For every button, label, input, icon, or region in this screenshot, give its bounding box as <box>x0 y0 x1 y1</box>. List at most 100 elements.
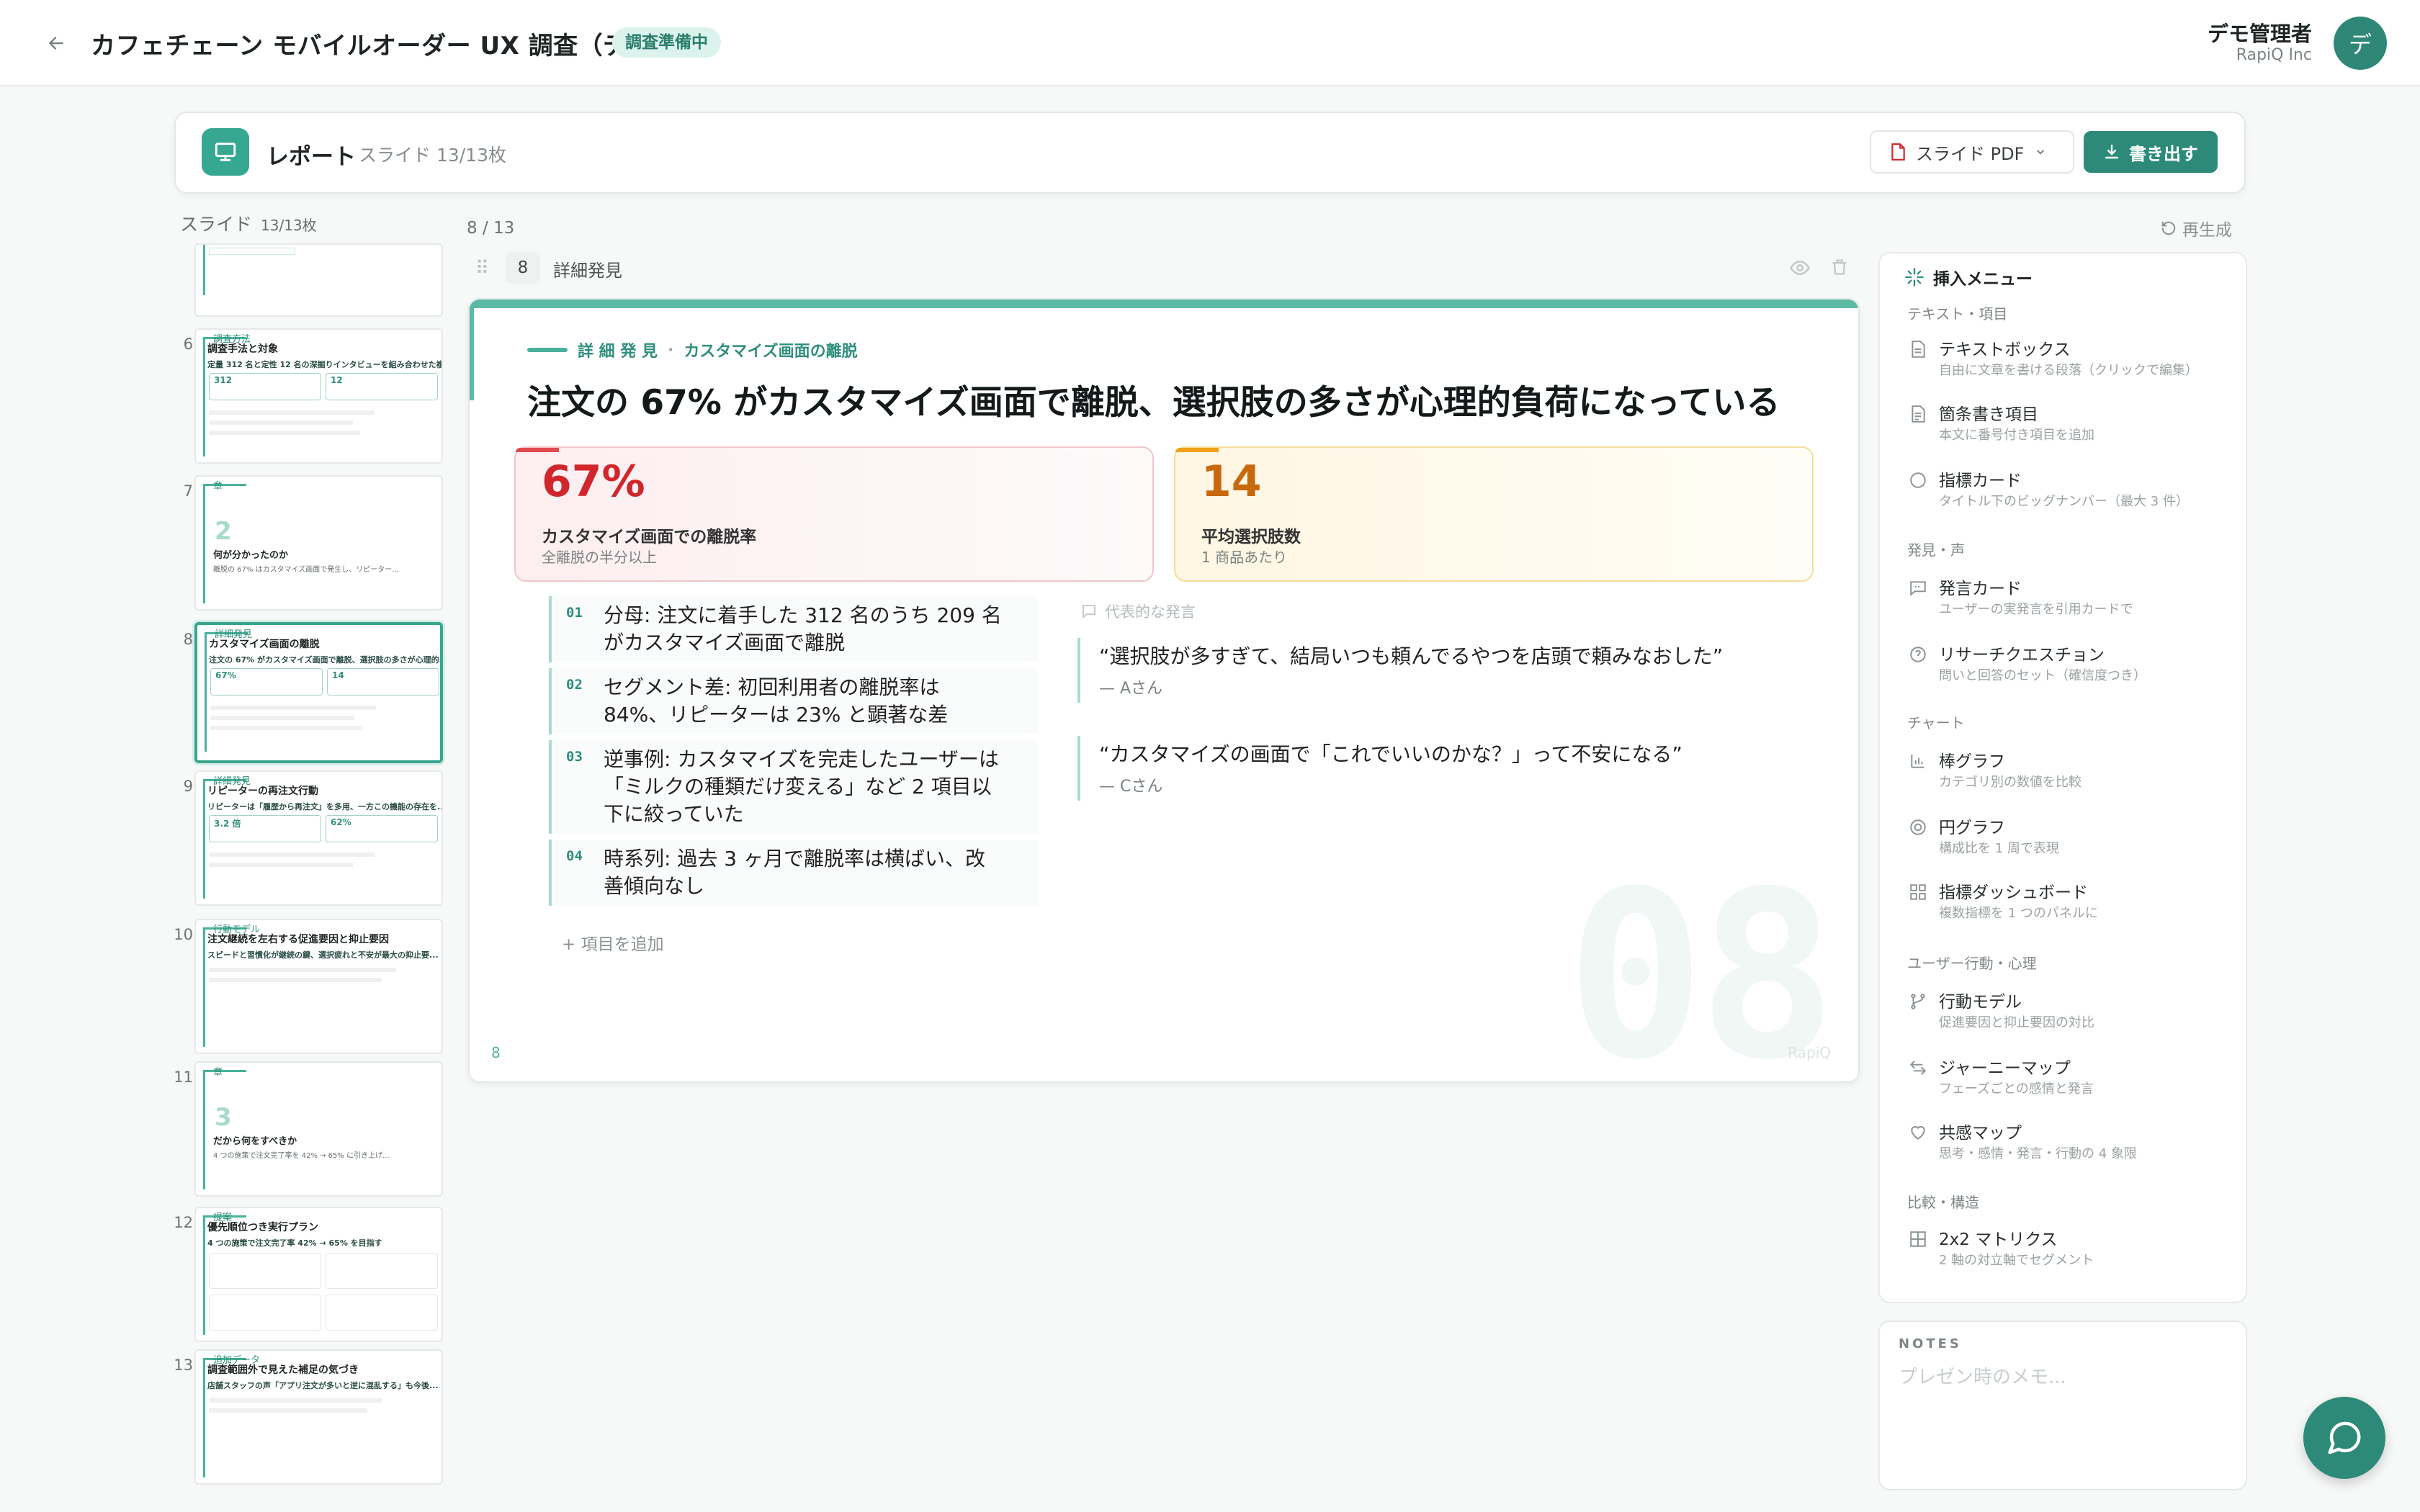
bullet-number: 02 <box>566 677 583 693</box>
quote-card[interactable]: “カスタマイズの画面で「これでいいのかな？」って不安になる” — Cさん <box>1077 736 1798 801</box>
menu-item-label: テキストボックス <box>1939 341 2071 359</box>
slide-thumbnail-13[interactable]: 追加データ 調査範囲外で見えた補足の気づき 店舗スタッフの声「アプリ注文が多いと… <box>194 1349 443 1485</box>
chat-button[interactable] <box>2303 1397 2385 1479</box>
regenerate-button[interactable]: 再生成 <box>2161 216 2232 240</box>
export-format-select[interactable]: スライド PDF <box>1870 130 2074 174</box>
slide-list-header: スライド 13/13枚 <box>180 210 317 236</box>
quotes-header: 代表的な発言 <box>1080 600 1196 622</box>
kpi-value: 67% <box>542 456 645 507</box>
menu-item-desc: 思考・感情・発言・行動の 4 象限 <box>1939 1146 2137 1161</box>
thumb-kpi: 12 <box>326 373 438 400</box>
kpi-value: 14 <box>1201 456 1262 507</box>
thumb-kpi: 67% <box>210 668 323 696</box>
slide-thumbnail-10[interactable]: 行動モデル 注文継続を左右する促進要因と抑止要因 スピードと習慣化が継続の鍵、選… <box>194 919 443 1054</box>
slide-kicker: 詳 細 発 見 · カスタマイズ画面の離脱 <box>527 338 858 361</box>
slide-number-badge: 8 <box>506 252 540 284</box>
thumb-subtitle: 4 つの施策で注文完了率を 42% → 65% に引き上げ... <box>213 1152 390 1160</box>
menu-item-label: 円グラフ <box>1939 819 2005 837</box>
quote-text: “カスタマイズの画面で「これでいいのかな？」って不安になる” <box>1099 742 1682 766</box>
drag-handle-icon[interactable]: ⠿ <box>475 258 489 279</box>
status-badge: 調査準備中 <box>612 27 721 58</box>
thumb-kpi: 14 <box>327 668 439 696</box>
speech-bubble-icon <box>1083 605 1095 619</box>
slide-thumbnail-8[interactable]: 詳細発見 カスタマイズ画面の離脱 注文の 67% がカスタマイズ画面で離脱、選択… <box>194 622 443 763</box>
quote-author: — Cさん <box>1099 778 1163 796</box>
kpi-sub: 全離脱の半分以上 <box>542 549 657 566</box>
kpi-card[interactable]: 67% カスタマイズ画面での離脱率 全離脱の半分以上 <box>514 446 1154 582</box>
slide-name: 詳細発見 <box>553 261 622 281</box>
bullet-item[interactable]: 02 セグメント差: 初回利用者の離脱率は 84%、リピーターは 23% と顕著… <box>549 668 1039 734</box>
menu-section-title: 発見・声 <box>1907 541 1965 559</box>
project-title: カフェチェーン モバイルオーダー UX 調査（デモ） <box>91 32 678 60</box>
menu-item-label: 箇条書き項目 <box>1939 405 2038 424</box>
slide-thumbnail-12[interactable]: 提案 優先順位つき実行プラン 4 つの施策で注文完了率 42% → 65% を目… <box>194 1207 443 1342</box>
sparkle-icon <box>1905 268 1924 287</box>
menu-item-label: ジャーニーマップ <box>1939 1059 2071 1078</box>
bullet-line: 下に絞っていた <box>604 802 744 826</box>
branch-icon <box>1907 991 1929 1012</box>
slide-list-count: 13/13枚 <box>261 217 317 234</box>
notes-panel: NOTES <box>1878 1320 2247 1490</box>
quote-author: — Aさん <box>1099 680 1163 698</box>
thumb-title: 注文継続を左右する促進要因と抑止要因 <box>207 934 389 945</box>
thumb-subtitle: スピードと習慣化が継続の鍵、選択疲れと不安が最大の抑止要... <box>207 950 439 960</box>
chat-bubble-icon <box>2328 1421 2361 1454</box>
export-button-label: 書き出す <box>2129 143 2198 164</box>
menu-item-label: 2x2 マトリクス <box>1939 1230 2058 1249</box>
menu-item-desc: カテゴリ別の数値を比較 <box>1939 775 2081 790</box>
kicker-separator: · <box>667 341 674 359</box>
back-button[interactable] <box>40 27 72 59</box>
bullet-item[interactable]: 04 時系列: 過去 3 ヶ月で離脱率は横ばい、改 善傾向なし <box>549 840 1039 906</box>
menu-item-label: 指標カード <box>1939 472 2022 490</box>
menu-section-title: テキスト・項目 <box>1907 305 2008 323</box>
slide-thumbnail-9[interactable]: 詳細発見 リピーターの再注文行動 リピーターは「履歴から再注文」を多用、一方この… <box>194 770 443 906</box>
menu-item-label: 行動モデル <box>1939 993 2022 1012</box>
menu-item-desc: フェーズごとの感情と発言 <box>1939 1081 2094 1097</box>
question-circle-icon <box>1907 644 1929 665</box>
slide-number: 13 <box>174 1356 193 1374</box>
slide-number: 10 <box>174 926 193 943</box>
slide-thumbnail-11[interactable]: 章 3 だから何をすべきか 4 つの施策で注文完了率を 42% → 65% に引… <box>194 1061 443 1197</box>
slide-number: 9 <box>183 778 193 795</box>
kpi-label: カスタマイズ画面での離脱率 <box>542 528 757 546</box>
add-item-button[interactable]: + 項目を追加 <box>562 930 664 955</box>
slide-page-number: 8 <box>491 1044 501 1061</box>
menu-item-desc: タイトル下のビッグナンバー（最大 3 件） <box>1939 494 2189 509</box>
bullet-line: 84%、リピーターは 23% と顕著な差 <box>604 703 949 726</box>
slide-brand: RapiQ <box>1788 1044 1831 1061</box>
menu-section-title: ユーザー行動・心理 <box>1907 955 2037 972</box>
thumb-title: カスタマイズ画面の離脱 <box>209 639 320 650</box>
trash-icon[interactable] <box>1829 256 1850 282</box>
bullet-number: 01 <box>566 605 583 621</box>
refresh-icon <box>2161 221 2176 235</box>
export-format-label: スライド PDF <box>1916 143 2025 164</box>
menu-section-title: チャート <box>1907 714 1965 732</box>
menu-item-label: 棒グラフ <box>1939 752 2005 771</box>
slide-canvas[interactable]: 08 詳 細 発 見 · カスタマイズ画面の離脱 注文の 67% がカスタマイズ… <box>468 298 1860 1083</box>
avatar[interactable]: デ <box>2334 17 2387 70</box>
menu-item-desc: 問いと回答のセット（確信度つき） <box>1939 668 2146 683</box>
kpi-label: 平均選択肢数 <box>1201 528 1301 546</box>
export-button[interactable]: 書き出す <box>2084 131 2218 173</box>
arrow-left-icon <box>48 37 63 50</box>
thumb-kpi: 312 <box>209 373 321 400</box>
thumb-chapter-number: 3 <box>215 1103 232 1132</box>
bullet-line: 分母: 注文に着手した 312 名のうち 209 名 <box>604 603 1002 627</box>
speech-bubble-icon <box>1907 577 1929 599</box>
bullet-item[interactable]: 03 逆事例: カスタマイズを完走したユーザーは 「ミルクの種類だけ変える」など… <box>549 740 1039 834</box>
bullet-line: 善傾向なし <box>604 874 705 898</box>
regenerate-label: 再生成 <box>2182 221 2232 240</box>
slide-title[interactable]: 注文の 67% がカスタマイズ画面で離脱、選択肢の多さが心理的負荷になっている <box>527 374 1780 424</box>
menu-item-label: 指標ダッシュボード <box>1939 883 2088 902</box>
eye-icon[interactable] <box>1789 257 1811 283</box>
bullet-line: セグメント差: 初回利用者の離脱率は <box>604 675 940 699</box>
report-slide-count: スライド 13/13枚 <box>359 145 506 166</box>
quote-card[interactable]: “選択肢が多すぎて、結局いつも頼んでるやつを店頭で頼みなおした” — Aさん <box>1077 638 1798 703</box>
slide-thumbnail-6[interactable]: 調査方法 調査手法と対象 定量 312 名と定性 12 名の深掘りインタビューを… <box>194 328 443 464</box>
slide-thumbnail-5[interactable] <box>194 243 443 317</box>
bullet-item[interactable]: 01 分母: 注文に着手した 312 名のうち 209 名 がカスタマイズ画面で… <box>549 596 1039 662</box>
notes-input[interactable] <box>1899 1362 2230 1477</box>
menu-item-desc: 本文に番号付き項目を追加 <box>1939 428 2094 443</box>
kpi-card[interactable]: 14 平均選択肢数 1 商品あたり <box>1174 446 1814 582</box>
slide-thumbnail-7[interactable]: 章 2 何が分かったのか 離脱の 67% はカスタマイズ画面で発生し、リピーター… <box>194 475 443 611</box>
